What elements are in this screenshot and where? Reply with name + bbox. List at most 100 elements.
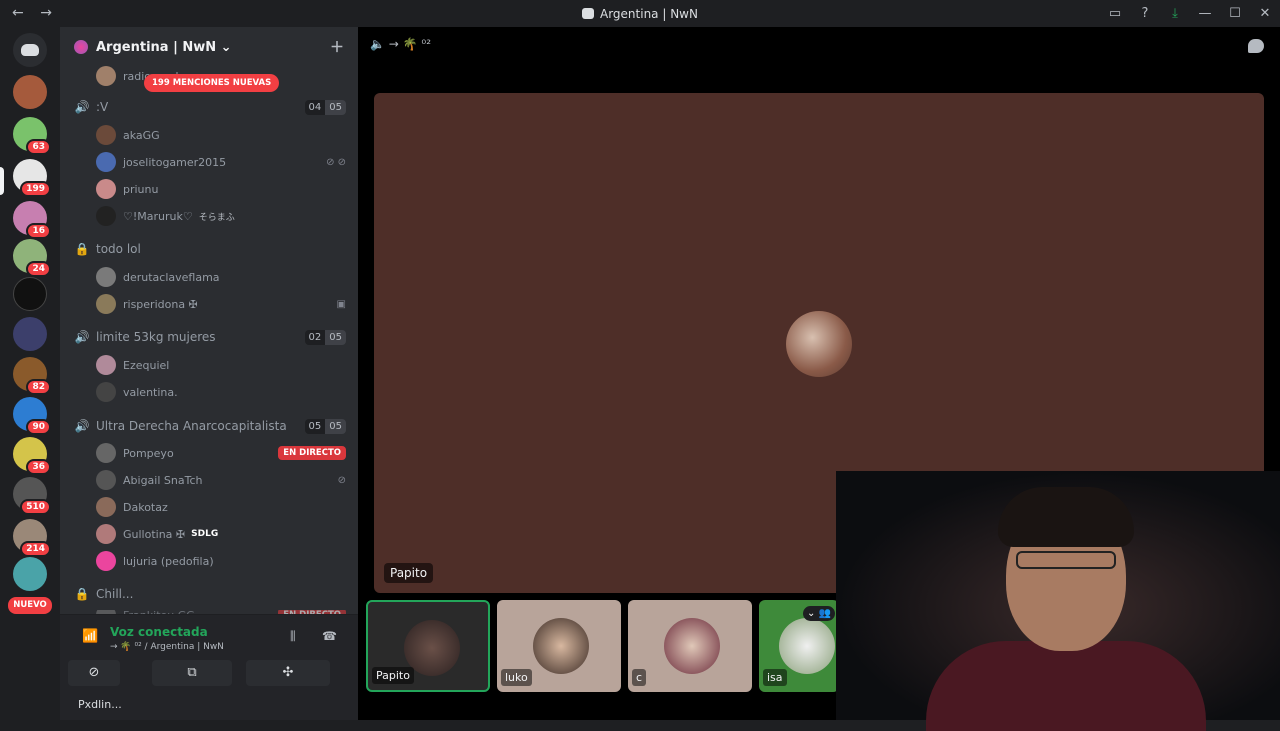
avatar — [96, 206, 116, 226]
user-name: Ezequiel — [123, 358, 170, 372]
server-rail: 63 199 16 24 82 90 36 510 214 NUEVO — [0, 27, 60, 720]
voice-user[interactable]: risperidona ✠ ▣ — [96, 292, 346, 316]
voice-user[interactable]: Gullotina ✠ SDLG — [96, 522, 346, 546]
discord-icon — [582, 8, 594, 19]
locked-channel[interactable]: 🔒 todo lol — [74, 238, 346, 260]
avatar — [96, 66, 116, 86]
server-icon[interactable]: 510 — [13, 477, 51, 515]
server-icon[interactable]: 90 — [13, 397, 51, 435]
voice-channel[interactable]: 🔊 Ultra Derecha Anarcocapitalista 05 05 — [74, 415, 346, 437]
close-button[interactable]: ✕ — [1250, 6, 1280, 21]
voice-user[interactable]: Abigail SnaTch ⊘ — [96, 468, 346, 492]
voice-channel[interactable]: 🔊 limite 53kg mujeres 02 05 — [74, 326, 346, 348]
server-icon[interactable]: 24 — [13, 239, 51, 277]
voice-user[interactable]: lujuria (pedofila) — [96, 549, 346, 573]
participant-name: isa — [763, 669, 787, 686]
channel-name: :V — [96, 100, 109, 114]
mention-badge: 510 — [20, 499, 51, 515]
user-name: ♡!Maruruk♡ — [123, 209, 193, 223]
user-name: Dakotaz — [123, 500, 168, 514]
glasses — [1016, 551, 1116, 569]
server-icon[interactable] — [13, 557, 47, 591]
call-header: 🔈 → 🌴 ⁰² — [370, 37, 432, 51]
voice-user[interactable]: valentina. — [96, 380, 346, 404]
maximize-button[interactable]: ☐ — [1220, 6, 1250, 21]
call-area: 🔈 → 🌴 ⁰² Papito Papito luko c isa ⌄ 👥 — [358, 27, 1280, 731]
speaker-icon: 🔊 — [74, 419, 90, 433]
avatar — [96, 470, 116, 490]
avatar — [96, 497, 116, 517]
server-icon[interactable] — [13, 317, 47, 351]
disconnect-icon[interactable]: ☎ — [322, 629, 337, 643]
activities-button[interactable]: ✣ — [246, 660, 330, 686]
server-header[interactable]: Argentina | NwN ⌄ ＋ — [60, 27, 358, 67]
server-icon[interactable]: 82 — [13, 357, 51, 395]
voice-channel[interactable]: 🔊 :V 04 05 — [74, 96, 346, 118]
minimize-button[interactable]: — — [1190, 6, 1220, 21]
noise-suppression-icon[interactable]: ⫼ — [290, 629, 296, 644]
participant-tile[interactable]: c — [628, 600, 752, 692]
avatar — [96, 294, 116, 314]
voice-user[interactable]: joselitogamer2015 ⊘ ⊘ — [96, 150, 346, 174]
server-icon[interactable] — [13, 75, 47, 109]
chat-icon[interactable] — [1248, 39, 1264, 53]
voice-user[interactable]: Dakotaz — [96, 495, 346, 519]
channel-name: Chill... — [96, 587, 134, 601]
webcam-overlay — [836, 471, 1280, 731]
server-icon[interactable]: 16 — [13, 201, 51, 239]
voice-location[interactable]: → 🌴 ⁰² / Argentina | NwN — [110, 642, 224, 652]
voice-user[interactable]: Ezequiel — [96, 353, 346, 377]
channel-name: todo lol — [96, 242, 141, 256]
avatar — [786, 311, 852, 377]
avatar — [96, 179, 116, 199]
server-icon[interactable]: 36 — [13, 437, 51, 475]
screen-icon[interactable]: ▭ — [1100, 6, 1130, 21]
channel-name: limite 53kg mujeres — [96, 330, 216, 344]
server-name: Argentina | NwN ⌄ — [96, 39, 232, 55]
channel-name: Ultra Derecha Anarcocapitalista — [96, 419, 287, 433]
muted-icon: ⊘ ⊘ — [326, 156, 346, 168]
participant-tile[interactable]: Papito — [366, 600, 490, 692]
avatar — [96, 551, 116, 571]
avatar — [96, 355, 116, 375]
voice-user[interactable]: ♡!Maruruk♡ そらまふ — [96, 204, 346, 228]
user-name: valentina. — [123, 385, 178, 399]
signal-icon[interactable]: 📶 — [82, 629, 98, 644]
locked-channel[interactable]: 🔒 Chill... — [74, 583, 346, 605]
title-bar: ← → Argentina | NwN ▭ ? ⤓ — ☐ ✕ — [0, 0, 1280, 27]
user-bar[interactable]: Pxdlin... — [60, 698, 358, 720]
window-controls: ▭ ? ⤓ — ☐ ✕ — [1100, 0, 1280, 27]
server-icon[interactable]: 214 — [13, 519, 51, 557]
voice-user[interactable]: priunu — [96, 177, 346, 201]
user-name: derutaclaveflama — [123, 270, 220, 284]
participant-tile[interactable]: isa ⌄ 👥 — [759, 600, 836, 692]
voice-user[interactable]: derutaclaveflama — [96, 265, 346, 289]
user-name: risperidona ✠ — [123, 297, 198, 311]
server-icon[interactable] — [13, 277, 47, 311]
person-shirt — [926, 641, 1206, 731]
add-member-icon[interactable]: ＋ — [330, 37, 344, 57]
voice-user[interactable]: Pompeyo EN DIRECTO — [96, 441, 346, 465]
new-badge: NUEVO — [8, 597, 52, 614]
help-icon[interactable]: ? — [1130, 6, 1160, 21]
voice-user[interactable]: akaGG — [96, 123, 346, 147]
user-name: Pompeyo — [123, 446, 174, 460]
activity-icon: ▣ — [336, 298, 346, 310]
avatar — [96, 125, 116, 145]
server-icon[interactable]: 63 — [13, 117, 51, 155]
user-name: joselitogamer2015 — [123, 155, 227, 169]
discord-home-icon[interactable] — [13, 33, 47, 67]
speaker-icon: 🔊 — [74, 100, 90, 114]
expand-participants-icon[interactable]: ⌄ 👥 — [802, 606, 835, 621]
camera-off-button[interactable]: ⊘ — [68, 660, 120, 686]
new-mentions-banner[interactable]: 199 MENCIONES NUEVAS — [144, 74, 280, 92]
screen-share-button[interactable]: ⧉ — [152, 660, 232, 686]
avatar — [96, 382, 116, 402]
voice-status: Voz conectada — [110, 625, 208, 639]
server-icon-active[interactable]: 199 — [13, 159, 51, 197]
user-name: lujuria (pedofila) — [123, 554, 214, 568]
user-name: Pxdlin... — [78, 698, 122, 711]
download-icon[interactable]: ⤓ — [1160, 6, 1190, 21]
participant-tile[interactable]: luko — [497, 600, 621, 692]
mention-badge: 82 — [26, 379, 51, 395]
